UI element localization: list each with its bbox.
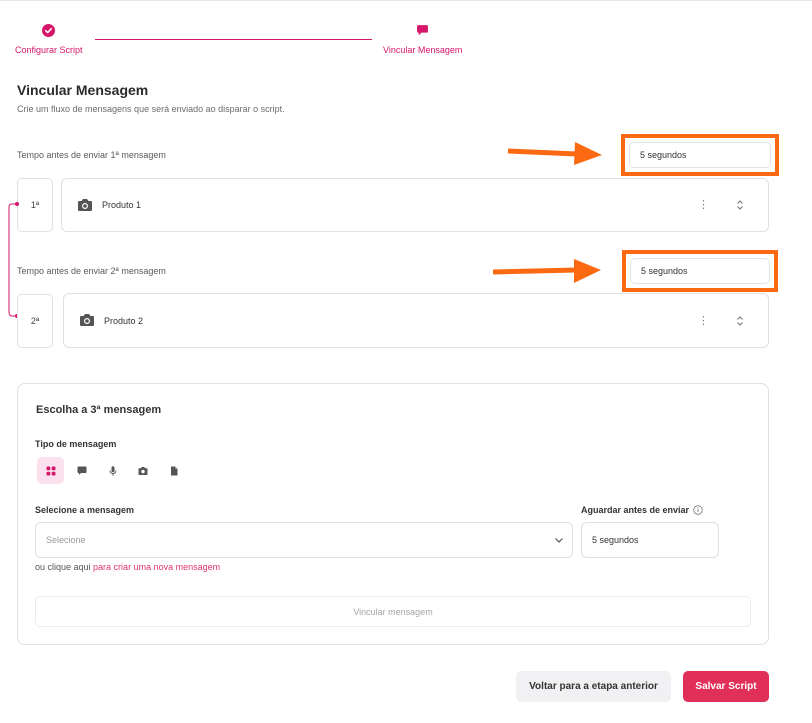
check-circle-icon [42,24,56,37]
wait-label: Aguardar antes de enviar [581,505,690,515]
step-configurar-script[interactable]: Configurar Script [15,24,83,55]
create-message-link[interactable]: para criar uma nova mensagem [93,562,220,572]
message-name: Produto 2 [104,316,144,326]
page-subtitle: Crie um fluxo de mensagens que será envi… [17,104,285,114]
chevron-down-icon [555,538,563,543]
link-message-button[interactable]: Vincular mensagem [35,596,751,627]
message-number-1: 1ª [17,178,53,232]
message-select[interactable]: Selecione [35,522,573,558]
expand-icon[interactable] [736,199,744,211]
chat-bubble-icon [77,466,86,475]
delay-input-1[interactable]: 5 segundos [629,142,771,168]
create-prefix: ou clique aqui [35,562,94,572]
delay-label-1: Tempo antes de enviar 1ª mensagem [17,150,166,160]
annotation-arrow-1 [507,142,602,165]
message-number-2: 2ª [17,294,53,348]
delay-label-2: Tempo antes de enviar 2ª mensagem [17,266,166,276]
create-message-row: ou clique aqui para criar uma nova mensa… [35,562,220,572]
expand-icon[interactable] [736,315,744,327]
camera-icon [80,314,94,326]
type-document-button[interactable] [160,457,187,484]
back-button[interactable]: Voltar para a etapa anterior [516,671,671,702]
step-label: Vincular Mensagem [383,45,463,55]
document-icon [170,466,177,475]
chat-bubble-icon [417,25,429,36]
message-card-1[interactable]: Produto 1 ⋮ [61,178,769,232]
more-options-icon[interactable]: ⋮ [698,200,709,211]
type-grid-button[interactable] [37,457,64,484]
save-script-button[interactable]: Salvar Script [683,671,769,702]
camera-icon [78,199,92,211]
camera-icon [138,466,147,475]
message-name: Produto 1 [102,200,142,210]
more-options-icon[interactable]: ⋮ [698,316,709,327]
highlight-box-2: 5 segundos [622,250,778,292]
step-label: Configurar Script [15,45,83,55]
select-placeholder: Selecione [46,535,86,545]
grid-icon [46,466,55,475]
type-text-button[interactable] [68,457,95,484]
microphone-icon [109,465,116,476]
delay-input-2[interactable]: 5 segundos [630,258,770,284]
wait-input[interactable]: 5 segundos [581,522,719,558]
top-divider [0,0,812,1]
step-vincular-mensagem[interactable]: Vincular Mensagem [383,24,462,55]
highlight-box-1: 5 segundos [621,134,779,176]
annotation-arrow-2 [492,259,601,283]
wait-label-row: Aguardar antes de enviar [581,505,703,515]
composer-title: Escolha a 3ª mensagem [36,404,162,416]
message-card-2[interactable]: Produto 2 ⋮ [63,293,769,348]
type-image-button[interactable] [129,457,156,484]
type-audio-button[interactable] [99,457,126,484]
page-title: Vincular Mensagem [17,82,149,98]
step-connector [95,39,372,40]
type-label: Tipo de mensagem [35,439,117,449]
third-message-composer: Escolha a 3ª mensagem Tipo de mensagem S… [17,383,769,645]
info-icon[interactable] [693,505,703,515]
select-label: Selecione a mensagem [35,505,135,515]
